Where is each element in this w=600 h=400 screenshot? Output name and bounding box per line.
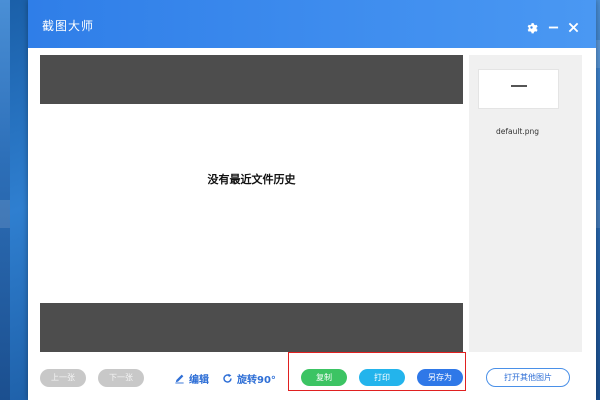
edit-label: 编辑 [189,374,209,386]
close-button[interactable] [566,20,580,34]
title-bar[interactable]: 截图大师 [28,0,596,48]
desktop-background-left [0,0,10,400]
pencil-icon [174,373,185,384]
preview-band-bottom [40,303,463,352]
copy-button[interactable]: 复制 [301,369,347,386]
prev-image-button[interactable]: 上一张 [40,369,86,387]
window-title: 截图大师 [42,19,95,33]
rotate-label: 旋转90° [237,374,276,386]
empty-history-message: 没有最近文件历史 [207,173,296,186]
save-as-button[interactable]: 另存为 [417,369,463,386]
settings-button[interactable] [524,20,538,34]
next-image-button[interactable]: 下一张 [98,369,144,387]
history-thumbnail[interactable] [478,69,559,109]
app-window: 截图大师 没有最近文件历史 default.png 上一张 下一张 编辑 旋转9… [28,0,596,400]
history-panel: default.png [469,55,582,352]
rotate-icon [222,373,233,384]
edit-button[interactable]: 编辑 [174,370,209,386]
rotate-button[interactable]: 旋转90° [222,370,276,386]
gear-icon [527,22,538,33]
open-other-image-button[interactable]: 打开其他图片 [486,368,570,387]
desktop-tile [0,200,10,228]
minimize-button[interactable] [546,20,560,34]
image-preview-area: 没有最近文件历史 [40,55,463,352]
close-icon [568,22,578,32]
preview-band-top [40,55,463,104]
minimize-icon [548,26,558,28]
history-thumbnail-label: default.png [495,127,540,136]
thumbnail-content [511,85,527,87]
print-button[interactable]: 打印 [359,369,405,386]
